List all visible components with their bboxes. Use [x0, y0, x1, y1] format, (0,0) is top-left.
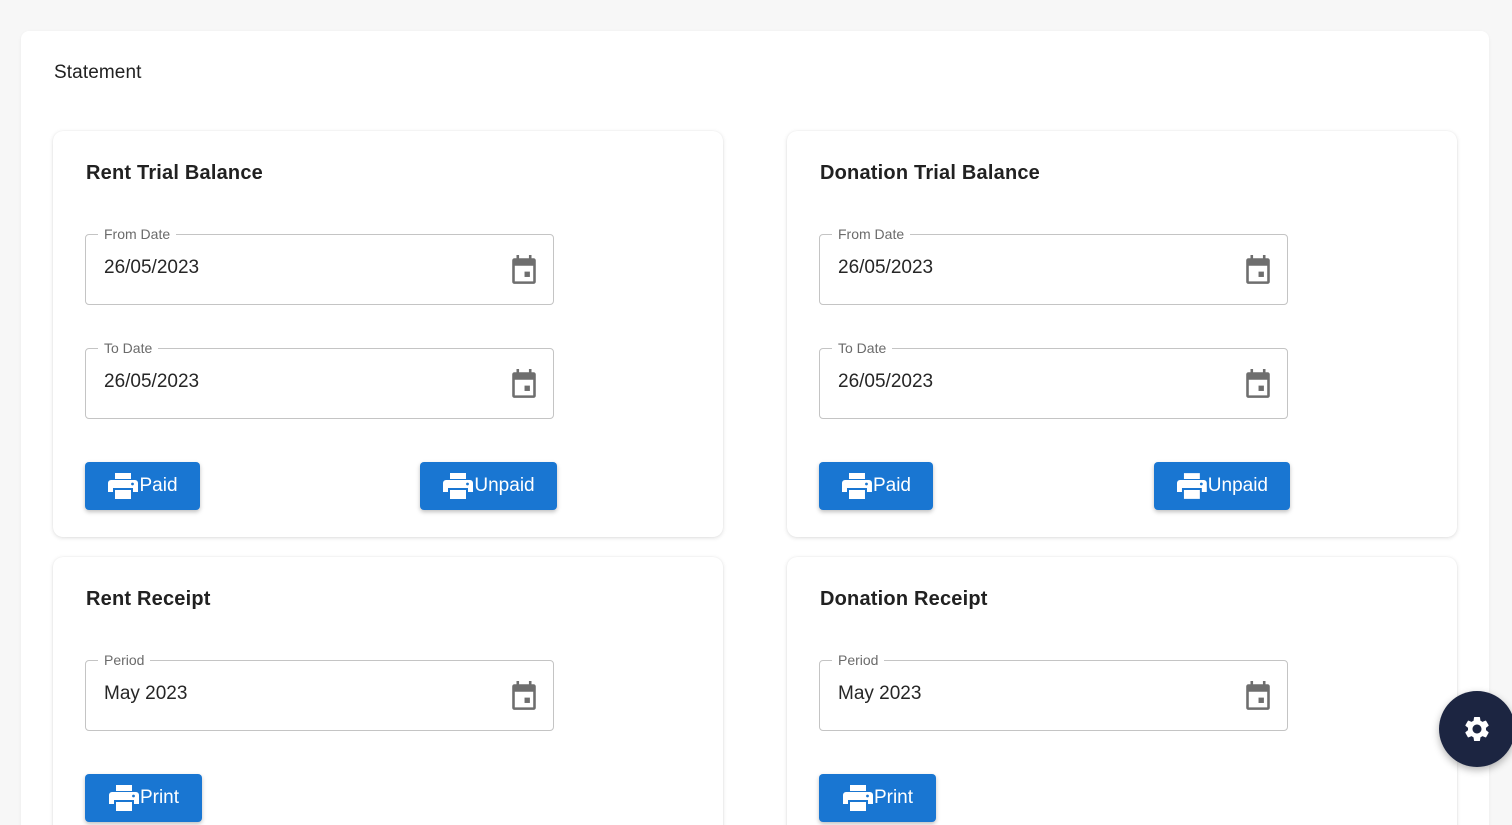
- calendar-icon[interactable]: [511, 255, 537, 285]
- card-title: Donation Trial Balance: [820, 162, 1041, 184]
- unpaid-label: Unpaid: [474, 475, 535, 496]
- rent-trial-balance-card: Rent Trial Balance From Date To Date Pai…: [53, 131, 723, 537]
- unpaid-label: Unpaid: [1207, 475, 1268, 496]
- card-title: Rent Trial Balance: [86, 162, 263, 184]
- paid-button[interactable]: Paid: [819, 462, 933, 510]
- from-date-input[interactable]: [104, 257, 484, 279]
- unpaid-button[interactable]: Unpaid: [1154, 462, 1290, 510]
- unpaid-button[interactable]: Unpaid: [420, 462, 557, 510]
- calendar-icon[interactable]: [1245, 255, 1271, 285]
- period-input[interactable]: [838, 683, 1218, 705]
- settings-fab-button[interactable]: [1439, 691, 1512, 767]
- to-date-field[interactable]: To Date: [85, 340, 554, 419]
- to-date-field[interactable]: To Date: [819, 340, 1288, 419]
- calendar-icon[interactable]: [511, 369, 537, 399]
- from-date-input[interactable]: [838, 257, 1218, 279]
- print-button[interactable]: Print: [85, 774, 202, 822]
- period-label: Period: [832, 652, 885, 668]
- period-field[interactable]: Period: [85, 652, 554, 731]
- card-title: Donation Receipt: [820, 588, 988, 610]
- gear-icon: [1465, 717, 1489, 741]
- printer-icon: [108, 784, 140, 812]
- paid-label: Paid: [139, 475, 178, 496]
- print-label: Print: [139, 787, 180, 808]
- period-field[interactable]: Period: [819, 652, 1288, 731]
- printer-icon: [107, 472, 139, 500]
- donation-trial-balance-card: Donation Trial Balance From Date To Date…: [787, 131, 1457, 537]
- to-date-input[interactable]: [838, 371, 1218, 393]
- calendar-icon[interactable]: [511, 681, 537, 711]
- to-date-label: To Date: [98, 340, 159, 356]
- rent-receipt-card: Rent Receipt Period Print: [53, 557, 723, 825]
- paid-label: Paid: [872, 475, 911, 496]
- print-button[interactable]: Print: [819, 774, 936, 822]
- from-date-label: From Date: [832, 226, 911, 242]
- period-label: Period: [98, 652, 151, 668]
- printer-icon: [841, 472, 873, 500]
- printer-icon: [1176, 472, 1208, 500]
- print-label: Print: [873, 787, 914, 808]
- printer-icon: [842, 784, 874, 812]
- printer-icon: [442, 472, 474, 500]
- calendar-icon[interactable]: [1245, 681, 1271, 711]
- to-date-input[interactable]: [104, 371, 484, 393]
- paid-button[interactable]: Paid: [85, 462, 200, 510]
- page-title: Statement: [54, 62, 142, 83]
- from-date-label: From Date: [98, 226, 177, 242]
- calendar-icon[interactable]: [1245, 369, 1271, 399]
- from-date-field[interactable]: From Date: [85, 226, 554, 305]
- to-date-label: To Date: [832, 340, 893, 356]
- from-date-field[interactable]: From Date: [819, 226, 1288, 305]
- donation-receipt-card: Donation Receipt Period Print: [787, 557, 1457, 825]
- period-input[interactable]: [104, 683, 484, 705]
- card-title: Rent Receipt: [86, 588, 211, 610]
